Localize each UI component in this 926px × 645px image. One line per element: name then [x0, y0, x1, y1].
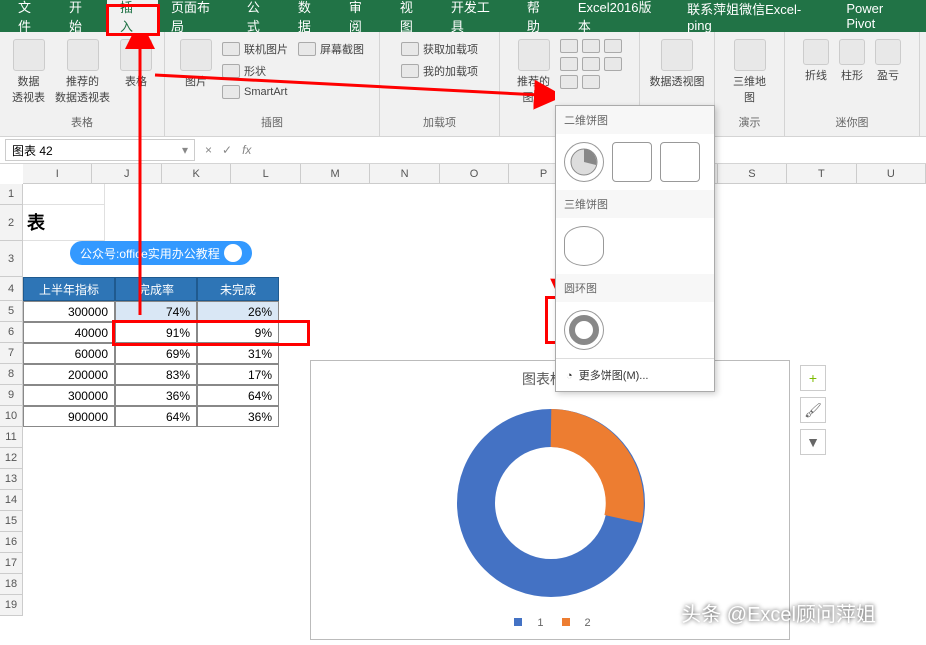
section-2d-pie: 二维饼图 [556, 106, 714, 134]
menubar: 文件 开始 插入 页面布局 公式 数据 审阅 视图 开发工具 帮助 Excel2… [0, 0, 926, 32]
formula-bar: 图表 42 ▾ × ✓ fx [0, 137, 926, 164]
section-donut: 圆环图 [556, 274, 714, 302]
pie-3d-option[interactable] [564, 226, 604, 266]
row-15[interactable]: 15 [0, 511, 23, 532]
row-16[interactable]: 16 [0, 532, 23, 553]
row-4[interactable]: 4 [0, 277, 23, 301]
get-addins-button[interactable]: 获取加载项 [401, 39, 478, 59]
row-14[interactable]: 14 [0, 490, 23, 511]
row-7[interactable]: 7 [0, 343, 23, 364]
line-chart-icon[interactable] [582, 39, 600, 53]
area-chart-icon[interactable] [560, 57, 578, 71]
row-17[interactable]: 17 [0, 553, 23, 574]
group-illustrations-label: 插图 [261, 114, 283, 133]
row-19[interactable]: 19 [0, 595, 23, 616]
col-I[interactable]: I [23, 164, 92, 183]
row-13[interactable]: 13 [0, 469, 23, 490]
th-incomplete: 未完成 [197, 277, 279, 301]
row-12[interactable]: 12 [0, 448, 23, 469]
col-M[interactable]: M [301, 164, 370, 183]
chevron-down-icon[interactable]: ▾ [182, 143, 188, 157]
more-pies-option[interactable]: ◔ 更多饼图(M)... [556, 358, 714, 391]
pie-chart-menu: 二维饼图 三维饼图 圆环图 ◔ 更多饼图(M)... [555, 105, 715, 392]
chart-filters-button[interactable]: ▼ [800, 429, 826, 455]
scatter-chart-icon[interactable] [582, 75, 600, 89]
row-8[interactable]: 8 [0, 364, 23, 385]
col-L[interactable]: L [231, 164, 300, 183]
pie-icon: ◔ [566, 370, 573, 382]
cancel-icon[interactable]: × [205, 143, 212, 157]
row-3[interactable]: 3 [0, 241, 23, 277]
col-K[interactable]: K [162, 164, 231, 183]
row-9[interactable]: 9 [0, 385, 23, 406]
c-5-2[interactable]: 74% [115, 301, 197, 322]
c-5-3[interactable]: 26% [197, 301, 279, 322]
sparkline-line-button[interactable]: 折线 [803, 39, 829, 83]
sparkline-column-button[interactable]: 柱形 [839, 39, 865, 83]
online-pic-button[interactable]: 联机图片 [222, 39, 288, 59]
col-O[interactable]: O [440, 164, 509, 183]
chart-elements-button[interactable]: + [800, 365, 826, 391]
donut-option[interactable] [564, 310, 604, 350]
picture-button[interactable]: 图片 [180, 39, 212, 89]
row-6[interactable]: 6 [0, 322, 23, 343]
shapes-button[interactable]: 形状 [222, 61, 288, 81]
chart-title[interactable]: 图表标题 [311, 361, 789, 389]
radar-chart-icon[interactable] [604, 57, 622, 71]
th-complete: 完成率 [115, 277, 197, 301]
row-2[interactable]: 2 [0, 205, 23, 241]
my-addins-button[interactable]: 我的加载项 [401, 61, 478, 81]
screenshot-button[interactable]: 屏幕截图 [298, 39, 364, 59]
col-T[interactable]: T [787, 164, 856, 183]
pie-exploded-option[interactable] [612, 142, 652, 182]
map3d-button[interactable]: 三维地 图 [733, 39, 766, 105]
chart-side-tools: + 🖌 ▼ [800, 365, 826, 455]
section-3d-pie: 三维饼图 [556, 190, 714, 218]
pivot-chart-button[interactable]: 数据透视图 [650, 39, 705, 89]
pivot-table-button[interactable]: 数据 透视表 [12, 39, 45, 105]
fx-icon[interactable]: fx [242, 143, 251, 157]
row-11[interactable]: 11 [0, 427, 23, 448]
group-addins-label: 加载项 [423, 114, 456, 133]
recommended-pivot-button[interactable]: 推荐的 数据透视表 [55, 39, 110, 105]
sparkline-winloss-button[interactable]: 盈亏 [875, 39, 901, 83]
c-5-1[interactable]: 300000 [23, 301, 115, 322]
smartart-button[interactable]: SmartArt [222, 83, 288, 101]
bar-chart-icon[interactable] [560, 39, 578, 53]
sheet-title: 表 [23, 205, 105, 241]
column-headers: I J K L M N O P Q R S T U [23, 164, 926, 184]
row-18[interactable]: 18 [0, 574, 23, 595]
col-J[interactable]: J [92, 164, 161, 183]
group-tables-label: 表格 [71, 114, 93, 133]
pie-chart-icon[interactable] [582, 57, 600, 71]
table-button[interactable]: 表格 [120, 39, 152, 89]
column-chart-icon[interactable] [604, 39, 622, 53]
th-index: 上半年指标 [23, 277, 115, 301]
donut-chart [451, 403, 651, 603]
chart-styles-button[interactable]: 🖌 [800, 397, 826, 423]
col-S[interactable]: S [718, 164, 787, 183]
avatar-icon [224, 244, 242, 262]
enter-icon[interactable]: ✓ [222, 143, 232, 157]
group-tours-label: 演示 [739, 114, 761, 133]
stock-chart-icon[interactable] [560, 75, 578, 89]
row-5[interactable]: 5 [0, 301, 23, 322]
recommended-charts-button[interactable]: 推荐的 图表 [517, 39, 550, 105]
ribbon: 数据 透视表 推荐的 数据透视表 表格 表格 图片 联机图片 形状 SmartA… [0, 32, 926, 137]
group-sparklines-label: 迷你图 [836, 114, 869, 133]
pie-2d-option[interactable] [564, 142, 604, 182]
row-1[interactable]: 1 [0, 184, 23, 205]
bar-of-pie-option[interactable] [660, 142, 700, 182]
col-U[interactable]: U [857, 164, 926, 183]
author-badge: 公众号:office实用办公教程 [70, 241, 252, 265]
watermark: 头条 @Excel顾问萍姐 [681, 598, 876, 627]
row-10[interactable]: 10 [0, 406, 23, 427]
legend-1-swatch [514, 618, 522, 626]
name-box[interactable]: 图表 42 ▾ [5, 139, 195, 161]
col-N[interactable]: N [370, 164, 439, 183]
legend-2-swatch [562, 618, 570, 626]
